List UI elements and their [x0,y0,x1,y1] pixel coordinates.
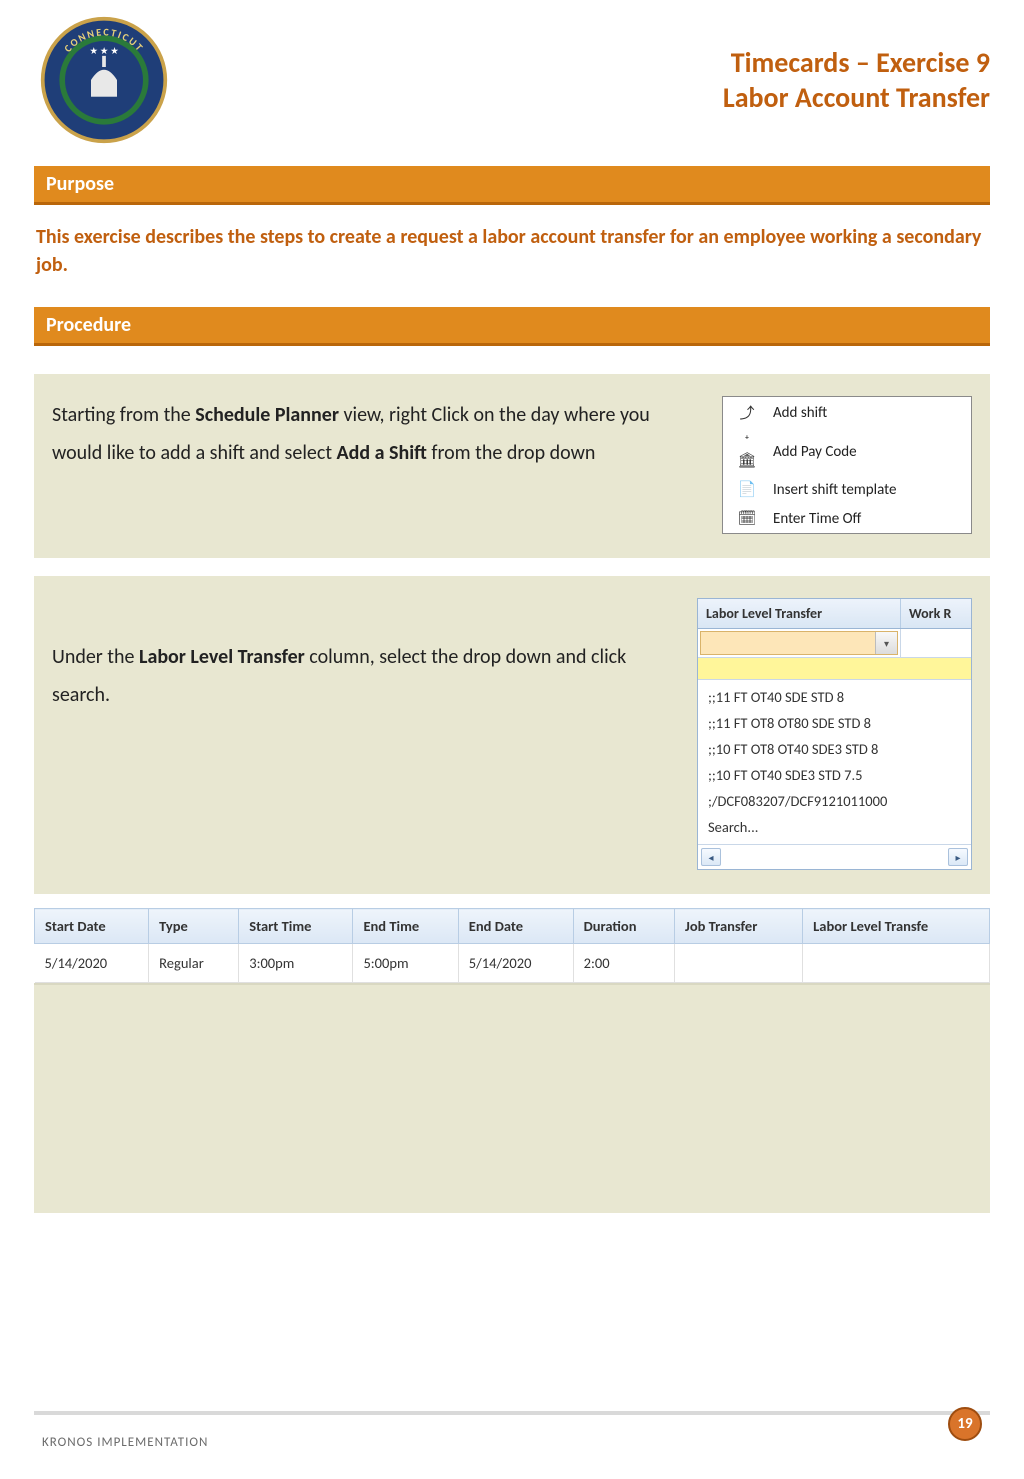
td-end-time[interactable]: 5:00pm [353,944,458,983]
tp-option[interactable]: ;;11 FT OT40 SDE STD 8 [698,684,971,710]
ctx-label: Enter Time Off [773,510,861,528]
tp-input-row: ▾ [698,629,971,658]
tp-option[interactable]: ;;10 FT OT8 OT40 SDE3 STD 8 [698,736,971,762]
step1-bold1: Schedule Planner [195,403,339,427]
td-end-date[interactable]: 5/14/2020 [458,944,573,983]
tp-workr-cell[interactable] [901,629,971,657]
page-number-badge: 19 [948,1407,982,1441]
insert-template-icon: 📄 [737,480,757,499]
tp-scrollbar: ◂ ▸ [698,844,971,869]
th-start-date: Start Date [35,909,149,944]
context-menu: ⤴ Add shift ⁺🏛 Add Pay Code 📄 Insert shi… [722,396,972,534]
tp-option-list: ;;11 FT OT40 SDE STD 8 ;;11 FT OT8 OT80 … [698,680,971,844]
purpose-text: This exercise describes the steps to cre… [34,205,990,301]
tp-header-col2: Work R [901,599,971,628]
tp-dropdown-cell: ▾ [698,629,901,657]
step1-pre: Starting from the [52,403,195,427]
section-bar-procedure: Procedure [34,307,990,346]
tp-option-search[interactable]: Search... [698,814,971,840]
tp-option[interactable]: ;;10 FT OT40 SDE3 STD 7.5 [698,762,971,788]
footer-divider [34,1411,990,1415]
page-footer: KRONOS IMPLEMENTATION 19 [0,1425,1024,1459]
page-header: ★ ★ ★ CONNECTICUT Timecards – Exercise 9… [34,0,990,160]
footer-label: KRONOS IMPLEMENTATION [42,1435,208,1450]
tp-option[interactable]: ;/DCF083207/DCF9121011000 [698,788,971,814]
step-block-1: Starting from the Schedule Planner view,… [34,374,990,558]
th-type: Type [149,909,239,944]
step2-text: Under the Labor Level Transfer column, s… [52,598,667,870]
schedule-table: Start Date Type Start Time End Time End … [34,908,990,983]
th-start-time: Start Time [239,909,353,944]
ctx-label: Add shift [773,404,827,422]
step-block-2: Under the Labor Level Transfer column, s… [34,576,990,894]
ctx-item-enter-time-off[interactable]: 🗓 Enter Time Off [723,504,971,533]
td-start-date[interactable]: 5/14/2020 [35,944,149,983]
ctx-label: Add Pay Code [773,443,857,461]
labor-transfer-panel: Labor Level Transfer Work R ▾ ;;11 FT OT… [697,598,972,870]
title-line-2: Labor Account Transfer [174,80,990,115]
add-paycode-icon: ⁺🏛 [737,433,757,470]
schedule-table-wrap: Start Date Type Start Time End Time End … [34,908,990,1213]
title-block: Timecards – Exercise 9 Labor Account Tra… [174,45,990,115]
tp-header: Labor Level Transfer Work R [698,599,971,629]
ctx-item-insert-shift-template[interactable]: 📄 Insert shift template [723,475,971,504]
add-shift-icon: ⤴ [737,402,757,423]
section-bar-purpose: Purpose [34,166,990,205]
step1-post: from the drop down [427,441,596,465]
tp-option[interactable]: ;;11 FT OT8 OT80 SDE STD 8 [698,710,971,736]
step2-bold1: Labor Level Transfer [139,645,305,669]
th-job-transfer: Job Transfer [675,909,803,944]
ctx-item-add-shift[interactable]: ⤴ Add shift [723,397,971,428]
scroll-right-button[interactable]: ▸ [948,848,968,866]
svg-text:★ ★ ★: ★ ★ ★ [89,46,118,57]
td-start-time[interactable]: 3:00pm [239,944,353,983]
ctx-label: Insert shift template [773,481,896,499]
table-header-row: Start Date Type Start Time End Time End … [35,909,990,944]
step2-pre: Under the [52,645,139,669]
td-duration[interactable]: 2:00 [573,944,674,983]
th-end-date: End Date [458,909,573,944]
step1-bold2: Add a Shift [337,441,427,465]
state-seal-logo: ★ ★ ★ CONNECTICUT [34,10,174,150]
th-duration: Duration [573,909,674,944]
td-type[interactable]: Regular [149,944,239,983]
td-labor-level-transfer[interactable] [803,944,990,983]
schedule-empty-area [34,983,990,1213]
ctx-item-add-pay-code[interactable]: ⁺🏛 Add Pay Code [723,428,971,475]
tp-highlight-row [698,658,971,680]
tp-header-col1: Labor Level Transfer [698,599,901,628]
step1-text: Starting from the Schedule Planner view,… [52,396,692,472]
th-end-time: End Time [353,909,458,944]
chevron-down-icon[interactable]: ▾ [875,632,897,654]
scroll-left-button[interactable]: ◂ [701,848,721,866]
th-labor-level-transfer: Labor Level Transfe [803,909,990,944]
title-line-1: Timecards – Exercise 9 [174,45,990,80]
table-row[interactable]: 5/14/2020 Regular 3:00pm 5:00pm 5/14/202… [35,944,990,983]
td-job-transfer[interactable] [675,944,803,983]
enter-timeoff-icon: 🗓 [737,509,757,528]
labor-transfer-dropdown[interactable]: ▾ [700,631,898,655]
